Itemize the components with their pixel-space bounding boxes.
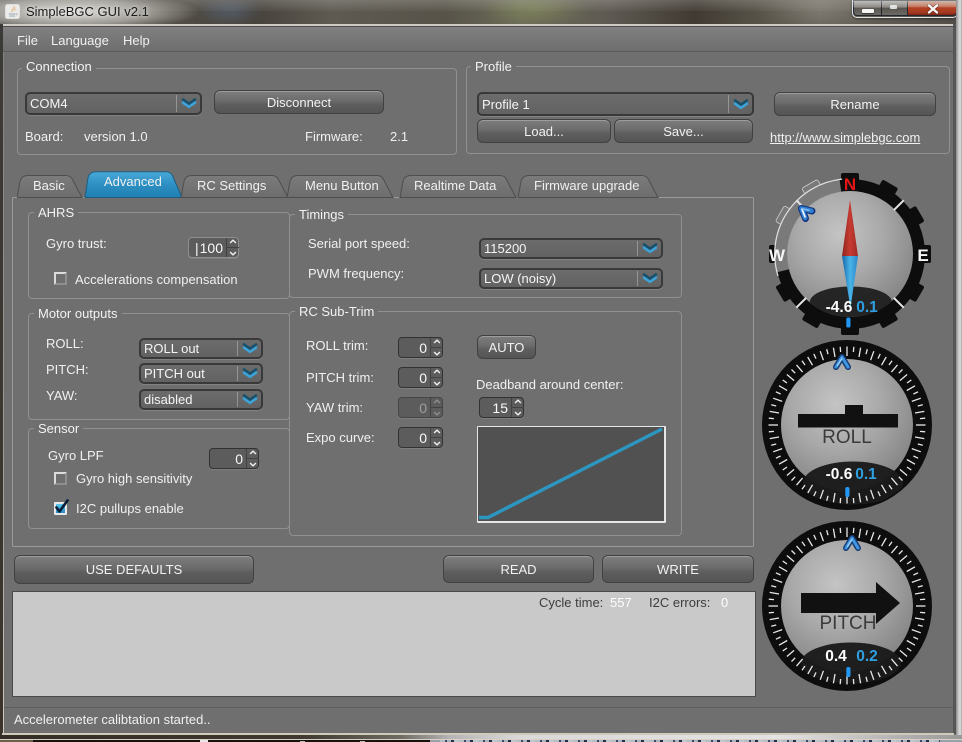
- svg-text:PITCH: PITCH: [820, 613, 877, 634]
- svg-text:E: E: [917, 246, 928, 265]
- svg-text:0.4: 0.4: [825, 648, 847, 665]
- svg-text:ROLL: ROLL: [822, 427, 872, 448]
- svg-text:0.1: 0.1: [856, 299, 878, 316]
- svg-text:0.2: 0.2: [856, 648, 878, 665]
- svg-text:0.1: 0.1: [855, 466, 877, 483]
- svg-text:N: N: [844, 175, 856, 194]
- svg-text:W: W: [769, 246, 786, 265]
- svg-text:-0.6: -0.6: [826, 466, 853, 483]
- svg-text:-4.6: -4.6: [826, 299, 853, 316]
